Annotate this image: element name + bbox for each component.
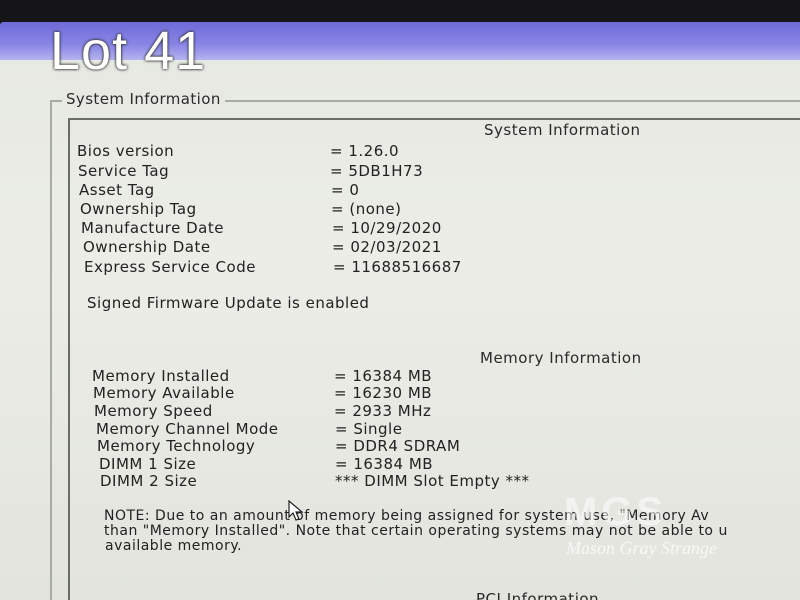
row-value-dimm1-size: = 16384 MB bbox=[335, 455, 434, 473]
mouse-pointer-icon bbox=[288, 500, 304, 521]
row-label-ownership-date: Ownership Date bbox=[83, 238, 211, 256]
row-value-manufacture-date: = 10/29/2020 bbox=[332, 219, 442, 237]
row-value-memory-channel-mode: = Single bbox=[335, 420, 403, 438]
row-label-memory-channel-mode: Memory Channel Mode bbox=[96, 420, 279, 438]
row-value-dimm2-size: *** DIMM Slot Empty *** bbox=[335, 472, 530, 490]
row-value-express-service-code: = 11688516687 bbox=[333, 258, 462, 276]
watermark-logo: MGS bbox=[564, 490, 668, 534]
row-value-memory-technology: = DDR4 SDRAM bbox=[335, 437, 461, 455]
group-legend: System Information bbox=[62, 90, 225, 108]
watermark-text: Mason Gray Strange bbox=[566, 538, 717, 558]
watermark: MGS Mason Gray Strange bbox=[562, 490, 762, 562]
lot-label: Lot 41 bbox=[50, 21, 207, 81]
row-label-manufacture-date: Manufacture Date bbox=[81, 219, 224, 237]
memory-note-line-3: available memory. bbox=[105, 538, 243, 554]
row-value-asset-tag: = 0 bbox=[331, 181, 360, 199]
row-value-bios-version: = 1.26.0 bbox=[330, 142, 400, 160]
pci-info-heading: PCI Information bbox=[476, 590, 600, 600]
row-value-memory-speed: = 2933 MHz bbox=[334, 402, 432, 420]
row-value-ownership-date: = 02/03/2021 bbox=[332, 238, 442, 256]
row-value-memory-available: = 16230 MB bbox=[334, 384, 433, 402]
memory-info-heading: Memory Information bbox=[480, 349, 642, 367]
row-label-memory-available: Memory Available bbox=[93, 384, 235, 402]
row-value-memory-installed: = 16384 MB bbox=[334, 367, 433, 385]
row-label-memory-speed: Memory Speed bbox=[94, 402, 213, 420]
row-label-dimm2-size: DIMM 2 Size bbox=[100, 472, 198, 490]
firmware-update-status: Signed Firmware Update is enabled bbox=[87, 294, 370, 312]
row-label-memory-technology: Memory Technology bbox=[97, 437, 256, 455]
row-label-bios-version: Bios version bbox=[77, 142, 175, 160]
row-label-express-service-code: Express Service Code bbox=[84, 258, 256, 276]
row-label-service-tag: Service Tag bbox=[78, 162, 170, 180]
row-value-service-tag: = 5DB1H73 bbox=[330, 162, 424, 180]
bios-screen: System Information System Information Bi… bbox=[0, 22, 800, 600]
system-info-heading: System Information bbox=[484, 121, 641, 139]
row-label-dimm1-size: DIMM 1 Size bbox=[99, 455, 197, 473]
row-label-ownership-tag: Ownership Tag bbox=[80, 200, 197, 218]
row-label-asset-tag: Asset Tag bbox=[79, 181, 155, 199]
row-value-ownership-tag: = (none) bbox=[331, 200, 402, 218]
row-label-memory-installed: Memory Installed bbox=[92, 367, 230, 385]
